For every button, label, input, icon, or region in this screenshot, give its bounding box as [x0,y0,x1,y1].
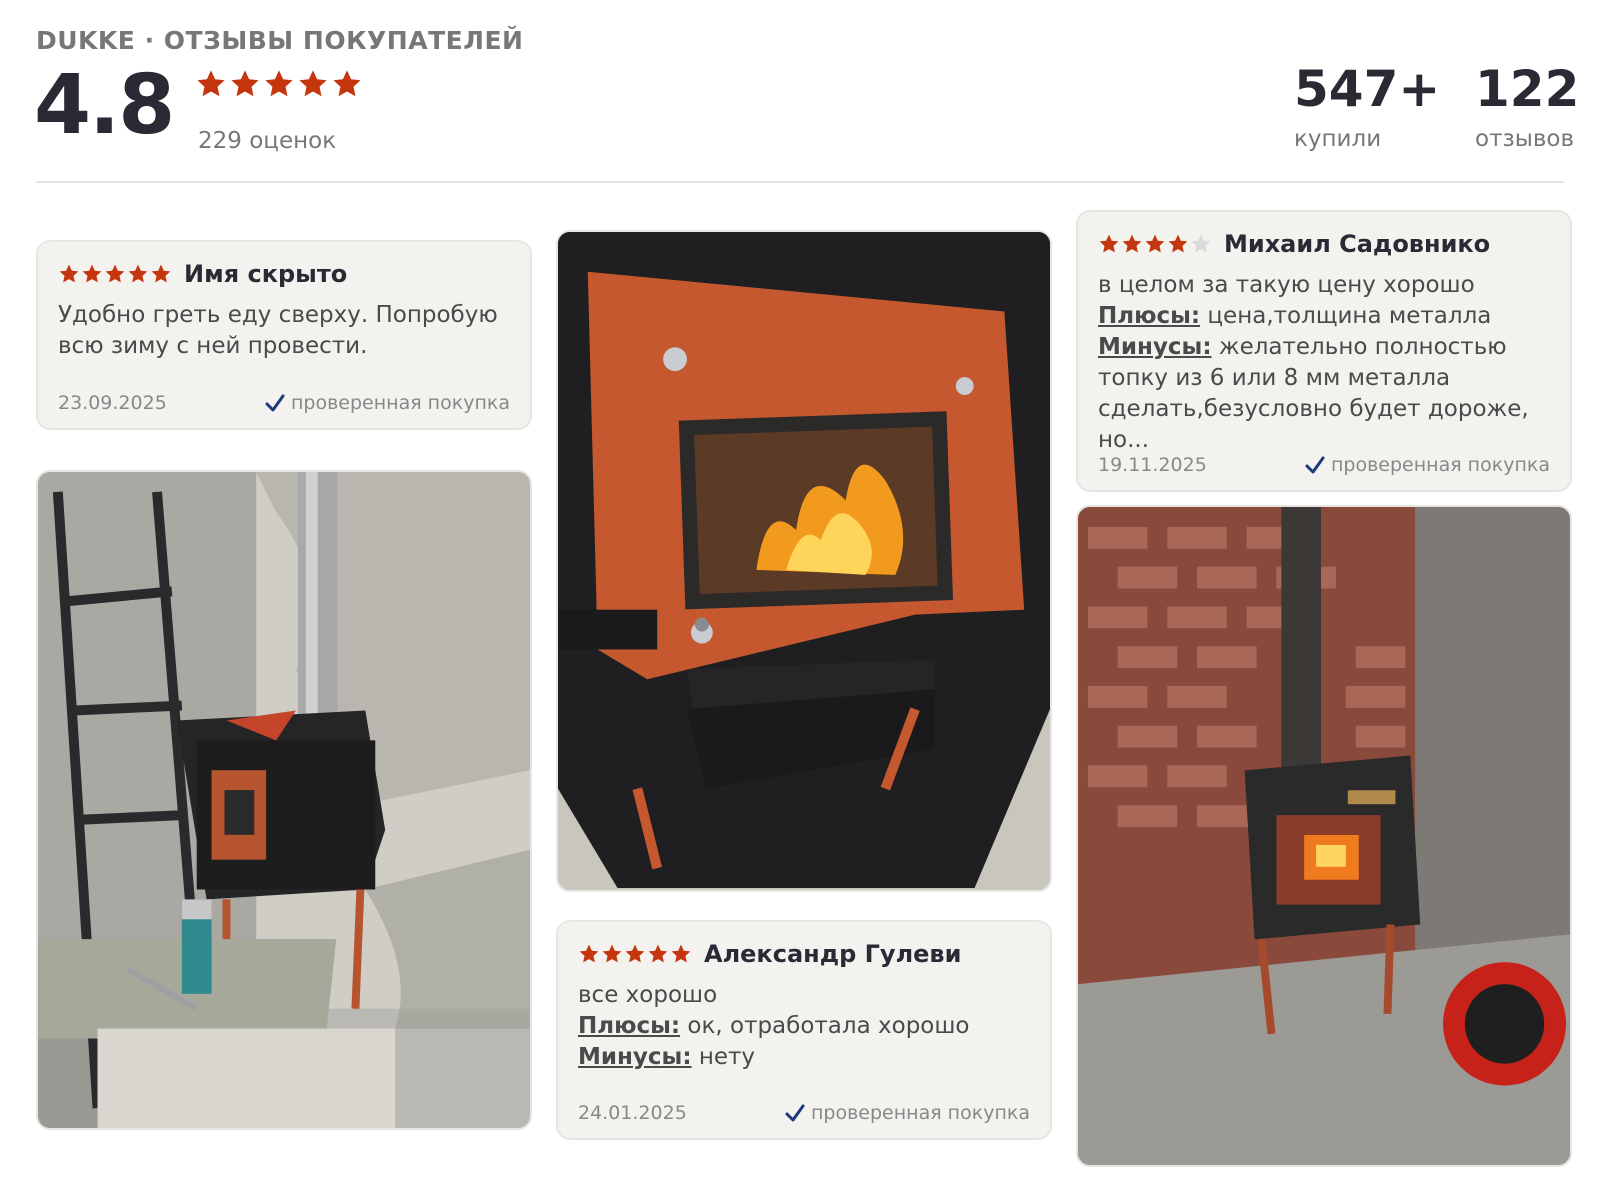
review-date: 23.09.2025 [58,392,167,414]
stove-firebox-closeup-photo [558,232,1050,890]
review-stars [578,943,692,965]
stove-brick-wall-photo [1078,507,1570,1165]
average-rating: 4.8 [34,58,175,153]
cons-text: нету [698,1044,756,1070]
bought-label: купили [1294,126,1382,152]
star-filled-icon [128,264,148,283]
star-filled-icon [602,944,622,963]
verified-purchase: проверенная покупка [265,392,510,414]
brand-title: DUKKE · ОТЗЫВЫ ПОКУПАТЕЛЕЙ [36,26,524,55]
review-stars [1098,233,1212,255]
review-stars [58,263,172,285]
star-filled-icon [1168,234,1188,253]
review-photo-stove-brick[interactable] [1076,505,1572,1167]
star-filled-icon [299,70,327,97]
review-author: Михаил Садовнико [1224,230,1491,258]
bought-stat: 547+ купили [1294,60,1440,152]
review-photo-stove-closeup[interactable] [556,230,1052,892]
star-filled-icon [333,70,361,97]
verified-purchase: проверенная покупка [1305,454,1550,476]
bought-count: 547+ [1294,60,1441,118]
reviews-stat: 122 отзывов [1475,60,1579,152]
star-empty-icon [1191,234,1211,253]
review-author: Имя скрыто [184,260,348,288]
reviews-count: 122 [1475,60,1580,118]
star-filled-icon [265,70,293,97]
ratings-count: 229 оценок [198,128,337,154]
checkmark-icon [265,394,285,412]
rating-stars [195,68,363,100]
verified-label: проверенная покупка [810,1102,1030,1124]
review-text: все хорошо Плюсы: ок, отработала хорошо … [578,982,970,1070]
star-filled-icon [648,944,668,963]
star-filled-icon [1145,234,1165,253]
checkmark-icon [1305,456,1325,474]
review-text: в целом за такую цену хорошо Плюсы: цена… [1098,272,1529,453]
star-filled-icon [105,264,125,283]
verified-label: проверенная покупка [290,392,510,414]
cons-label: Минусы: [578,1044,692,1070]
review-date: 24.01.2025 [578,1102,687,1124]
review-card[interactable]: Михаил Садовнико в целом за такую цену х… [1076,210,1572,492]
checkmark-icon [785,1104,805,1122]
star-filled-icon [671,944,691,963]
review-card[interactable]: Имя скрыто Удобно греть еду сверху. Попр… [36,240,532,430]
star-filled-icon [231,70,259,97]
review-date: 19.11.2025 [1098,454,1207,476]
review-author: Александр Гулеви [704,940,962,968]
verified-purchase: проверенная покупка [785,1102,1030,1124]
star-filled-icon [59,264,79,283]
star-filled-icon [625,944,645,963]
review-card[interactable]: Александр Гулеви все хорошо Плюсы: ок, о… [556,920,1052,1140]
star-filled-icon [579,944,599,963]
review-photo-stove-corner[interactable] [36,470,532,1130]
pros-label: Плюсы: [1098,303,1201,329]
pros-text: ок, отработала хорошо [687,1013,970,1039]
star-filled-icon [1122,234,1142,253]
star-filled-icon [151,264,171,283]
star-filled-icon [197,70,225,97]
pros-label: Плюсы: [578,1013,681,1039]
stove-in-corner-photo [38,472,530,1128]
cons-label: Минусы: [1098,334,1212,360]
header-divider [36,181,1564,183]
star-filled-icon [1099,234,1119,253]
star-filled-icon [82,264,102,283]
pros-text: цена,толщина металла [1207,303,1492,329]
verified-label: проверенная покупка [1330,454,1550,476]
reviews-label: отзывов [1475,126,1575,152]
review-text: Удобно греть еду сверху. Попробую всю зи… [58,302,498,359]
